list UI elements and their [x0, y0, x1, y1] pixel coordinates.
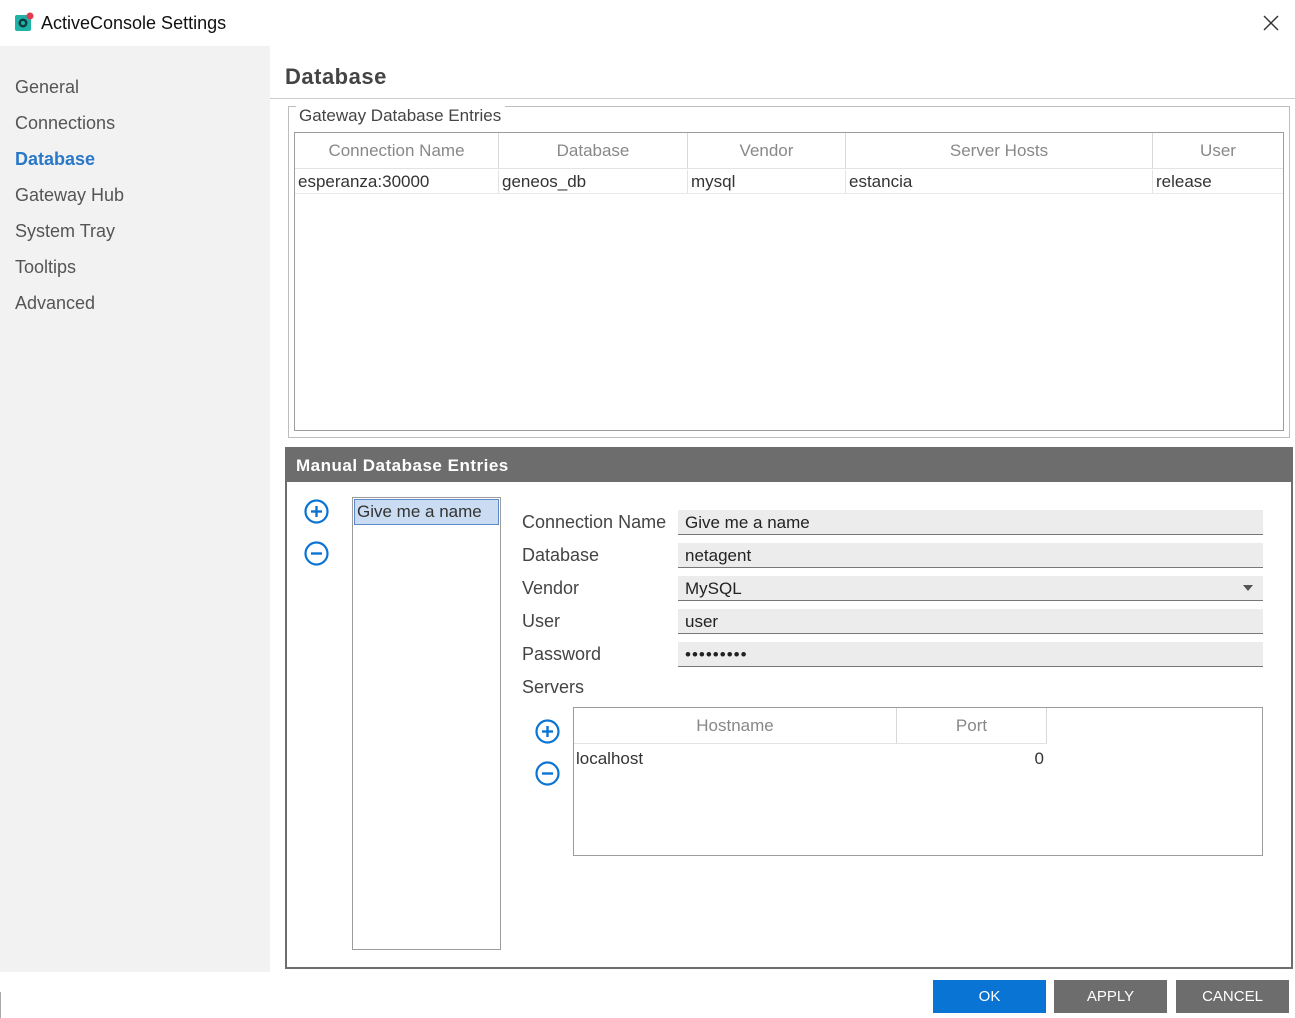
table-cell[interactable]: mysql [688, 170, 846, 194]
column-header-vendor[interactable]: Vendor [688, 133, 846, 169]
ok-button[interactable]: OK [933, 980, 1046, 1013]
minus-circle-icon[interactable] [535, 761, 560, 786]
table-cell[interactable]: estancia [846, 170, 1153, 194]
user-label: User [522, 611, 561, 631]
plus-circle-icon[interactable] [535, 719, 560, 744]
apply-button[interactable]: APPLY [1054, 980, 1167, 1013]
connection-name-label: Connection Name [522, 512, 667, 532]
page-title: Database [285, 64, 387, 89]
window-title: ActiveConsole Settings [41, 13, 227, 33]
column-header-user[interactable]: User [1153, 133, 1283, 169]
column-header-hostname[interactable]: Hostname [574, 708, 897, 744]
sidebar-item-system-tray[interactable]: System Tray [15, 221, 115, 242]
sidebar-item-advanced[interactable]: Advanced [15, 293, 95, 314]
column-header-connection-name[interactable]: Connection Name [295, 133, 499, 169]
sidebar-item-database[interactable]: Database [15, 149, 95, 170]
sidebar-item-tooltips[interactable]: Tooltips [15, 257, 76, 278]
connection-name-input[interactable]: Give me a name [678, 510, 1263, 535]
database-label: Database [522, 545, 600, 565]
password-input[interactable]: ••••••••• [678, 642, 1263, 667]
manual-entries-list[interactable]: Give me a name [352, 497, 501, 950]
password-label: Password [522, 644, 602, 664]
title-divider [270, 98, 1295, 99]
gateway-entries-legend: Gateway Database Entries [296, 106, 506, 126]
table-cell[interactable]: 0 [897, 747, 1044, 771]
column-header-server-hosts[interactable]: Server Hosts [846, 133, 1153, 169]
column-header-port[interactable]: Port [897, 708, 1047, 744]
manual-entries-header: Manual Database Entries [285, 447, 1293, 482]
database-input[interactable]: netagent [678, 543, 1263, 568]
user-input[interactable]: user [678, 609, 1263, 634]
cancel-button[interactable]: CANCEL [1176, 980, 1289, 1013]
footer-divider [0, 992, 1, 1018]
plus-circle-icon[interactable] [304, 499, 329, 524]
table-cell[interactable]: release [1153, 170, 1283, 194]
servers-table: Hostname Port localhost 0 [573, 707, 1263, 856]
table-cell[interactable]: esperanza:30000 [295, 170, 499, 194]
servers-label: Servers [522, 677, 585, 697]
column-header-database[interactable]: Database [499, 133, 688, 169]
sidebar-item-gateway-hub[interactable]: Gateway Hub [15, 185, 124, 206]
close-icon[interactable] [1258, 10, 1284, 36]
table-cell[interactable]: localhost [576, 747, 876, 771]
minus-circle-icon[interactable] [304, 541, 329, 566]
activeconsole-app-icon [15, 12, 34, 31]
vendor-label: Vendor [522, 578, 580, 598]
table-cell[interactable]: geneos_db [499, 170, 688, 194]
sidebar-item-connections[interactable]: Connections [15, 113, 115, 134]
vendor-select[interactable]: MySQL [678, 576, 1263, 601]
chevron-down-icon[interactable] [1243, 585, 1253, 591]
sidebar-item-general[interactable]: General [15, 77, 79, 98]
title-bar: ActiveConsole Settings [0, 0, 1295, 46]
gateway-entries-table: Connection Name Database Vendor Server H… [294, 132, 1284, 431]
list-item[interactable]: Give me a name [354, 499, 499, 525]
